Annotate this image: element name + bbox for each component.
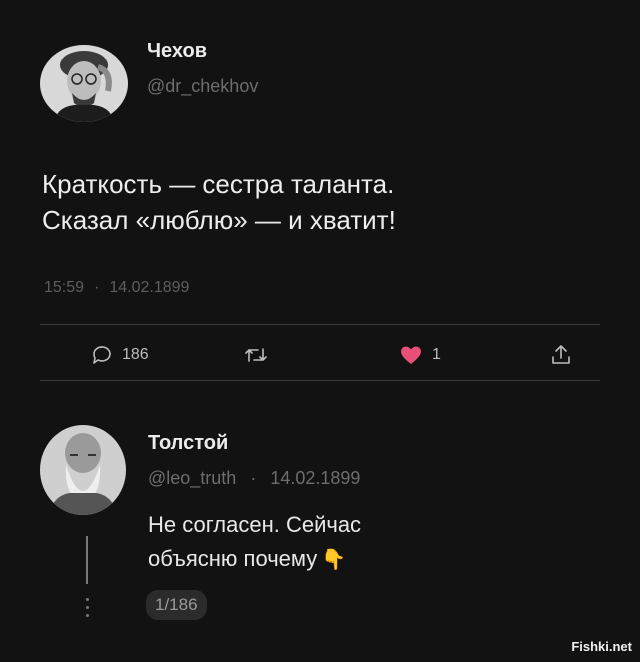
chekhov-avatar[interactable]: [40, 45, 128, 122]
reply-text-line-1: Не согласен. Сейчас: [148, 512, 362, 537]
reply-date[interactable]: 14.02.1899: [270, 468, 360, 488]
tweet-author-handle[interactable]: @dr_chekhov: [147, 76, 258, 97]
share-icon: [549, 343, 573, 367]
reply-meta: @leo_truth · 14.02.1899: [148, 468, 360, 489]
tweet-text: Краткость — сестра таланта. Сказал «любл…: [42, 166, 396, 238]
tweet-text-line-2: Сказал «люблю» — и хватит!: [42, 205, 396, 235]
reply-count: 186: [122, 346, 149, 363]
reply-text-line-2: объясню почему: [148, 546, 318, 571]
chekhov-portrait: [40, 45, 128, 122]
heart-icon: [398, 343, 424, 367]
tweet-text-line-1: Краткость — сестра таланта.: [42, 169, 395, 199]
pointing-down-emoji: 👇: [321, 549, 347, 571]
tweet-time: 15:59: [44, 279, 85, 296]
tweet-author-name[interactable]: Чехов: [147, 40, 207, 63]
divider-top: [40, 324, 600, 325]
share-button[interactable]: [549, 342, 573, 368]
meta-separator: ·: [94, 279, 100, 296]
tolstoy-portrait: [40, 425, 126, 515]
reply-author-name[interactable]: Толстой: [148, 432, 228, 455]
divider-bottom: [40, 380, 600, 381]
retweet-button[interactable]: [243, 342, 269, 368]
tweet-timestamp[interactable]: 15:59 · 14.02.1899: [44, 279, 189, 297]
like-button[interactable]: 1: [398, 342, 441, 368]
tolstoy-avatar[interactable]: [40, 425, 126, 515]
like-count: 1: [432, 346, 441, 363]
reply-text: Не согласен. Сейчас объясню почему 👇: [148, 508, 361, 577]
thread-counter-badge[interactable]: 1/186: [146, 590, 207, 620]
reply-author-handle[interactable]: @leo_truth: [148, 468, 236, 488]
comment-bubble-icon: [90, 343, 114, 367]
reply-meta-separator: ·: [250, 468, 257, 488]
retweet-icon: [243, 343, 269, 367]
thread-continuation-dots: [84, 598, 90, 617]
reply-button[interactable]: 186: [90, 342, 149, 368]
thread-line: [86, 536, 88, 584]
tweet-date: 14.02.1899: [109, 279, 190, 296]
watermark: Fishki.net: [571, 639, 632, 654]
